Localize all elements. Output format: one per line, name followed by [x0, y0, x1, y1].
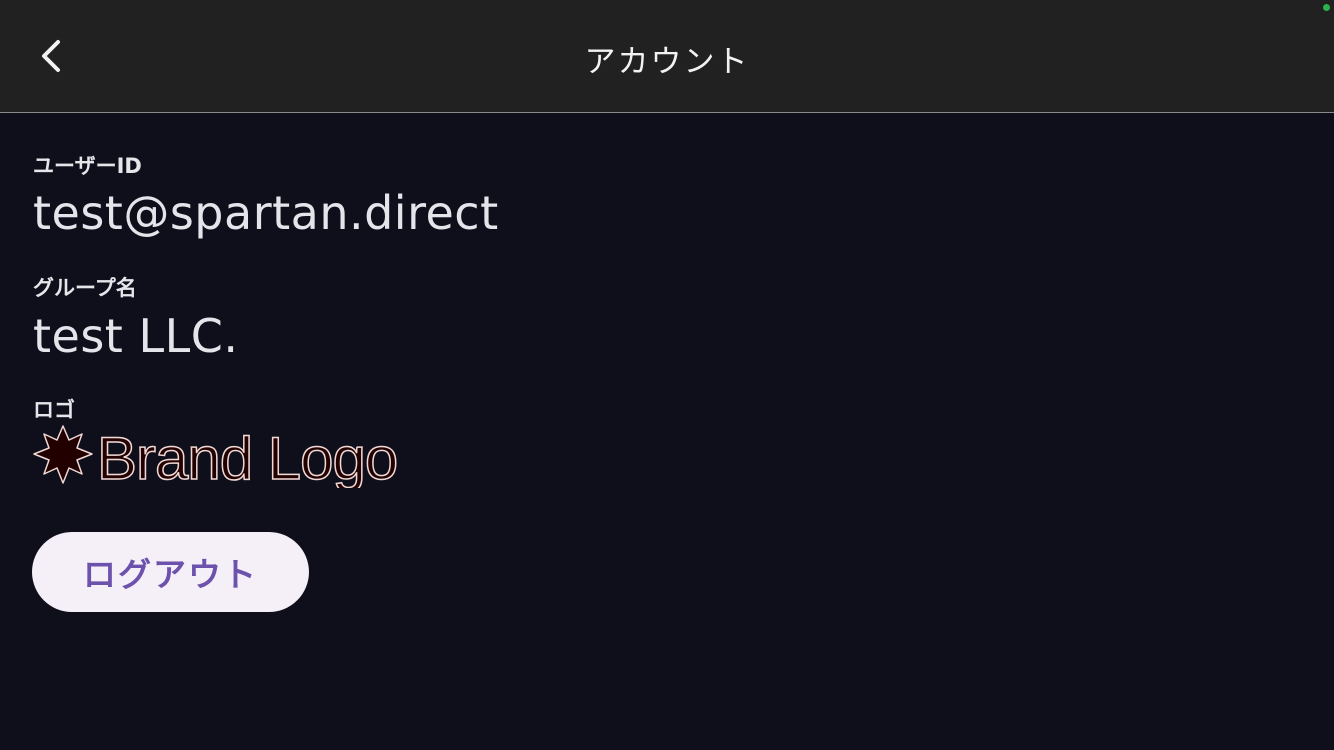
page-title: アカウント	[584, 44, 750, 80]
logout-button[interactable]: ログアウト	[32, 532, 309, 612]
star-logo-icon	[33, 425, 93, 484]
brand-logo: Brand Logo	[33, 418, 423, 493]
app-bar: アカウント	[0, 0, 1334, 113]
group-name-label: グループ名	[33, 276, 137, 300]
group-name-value: test LLC.	[33, 309, 239, 363]
logo-text: Brand Logo	[97, 425, 397, 488]
user-id-value: test@spartan.direct	[33, 186, 499, 240]
user-id-label: ユーザーID	[33, 154, 142, 178]
status-indicator	[1323, 4, 1330, 11]
